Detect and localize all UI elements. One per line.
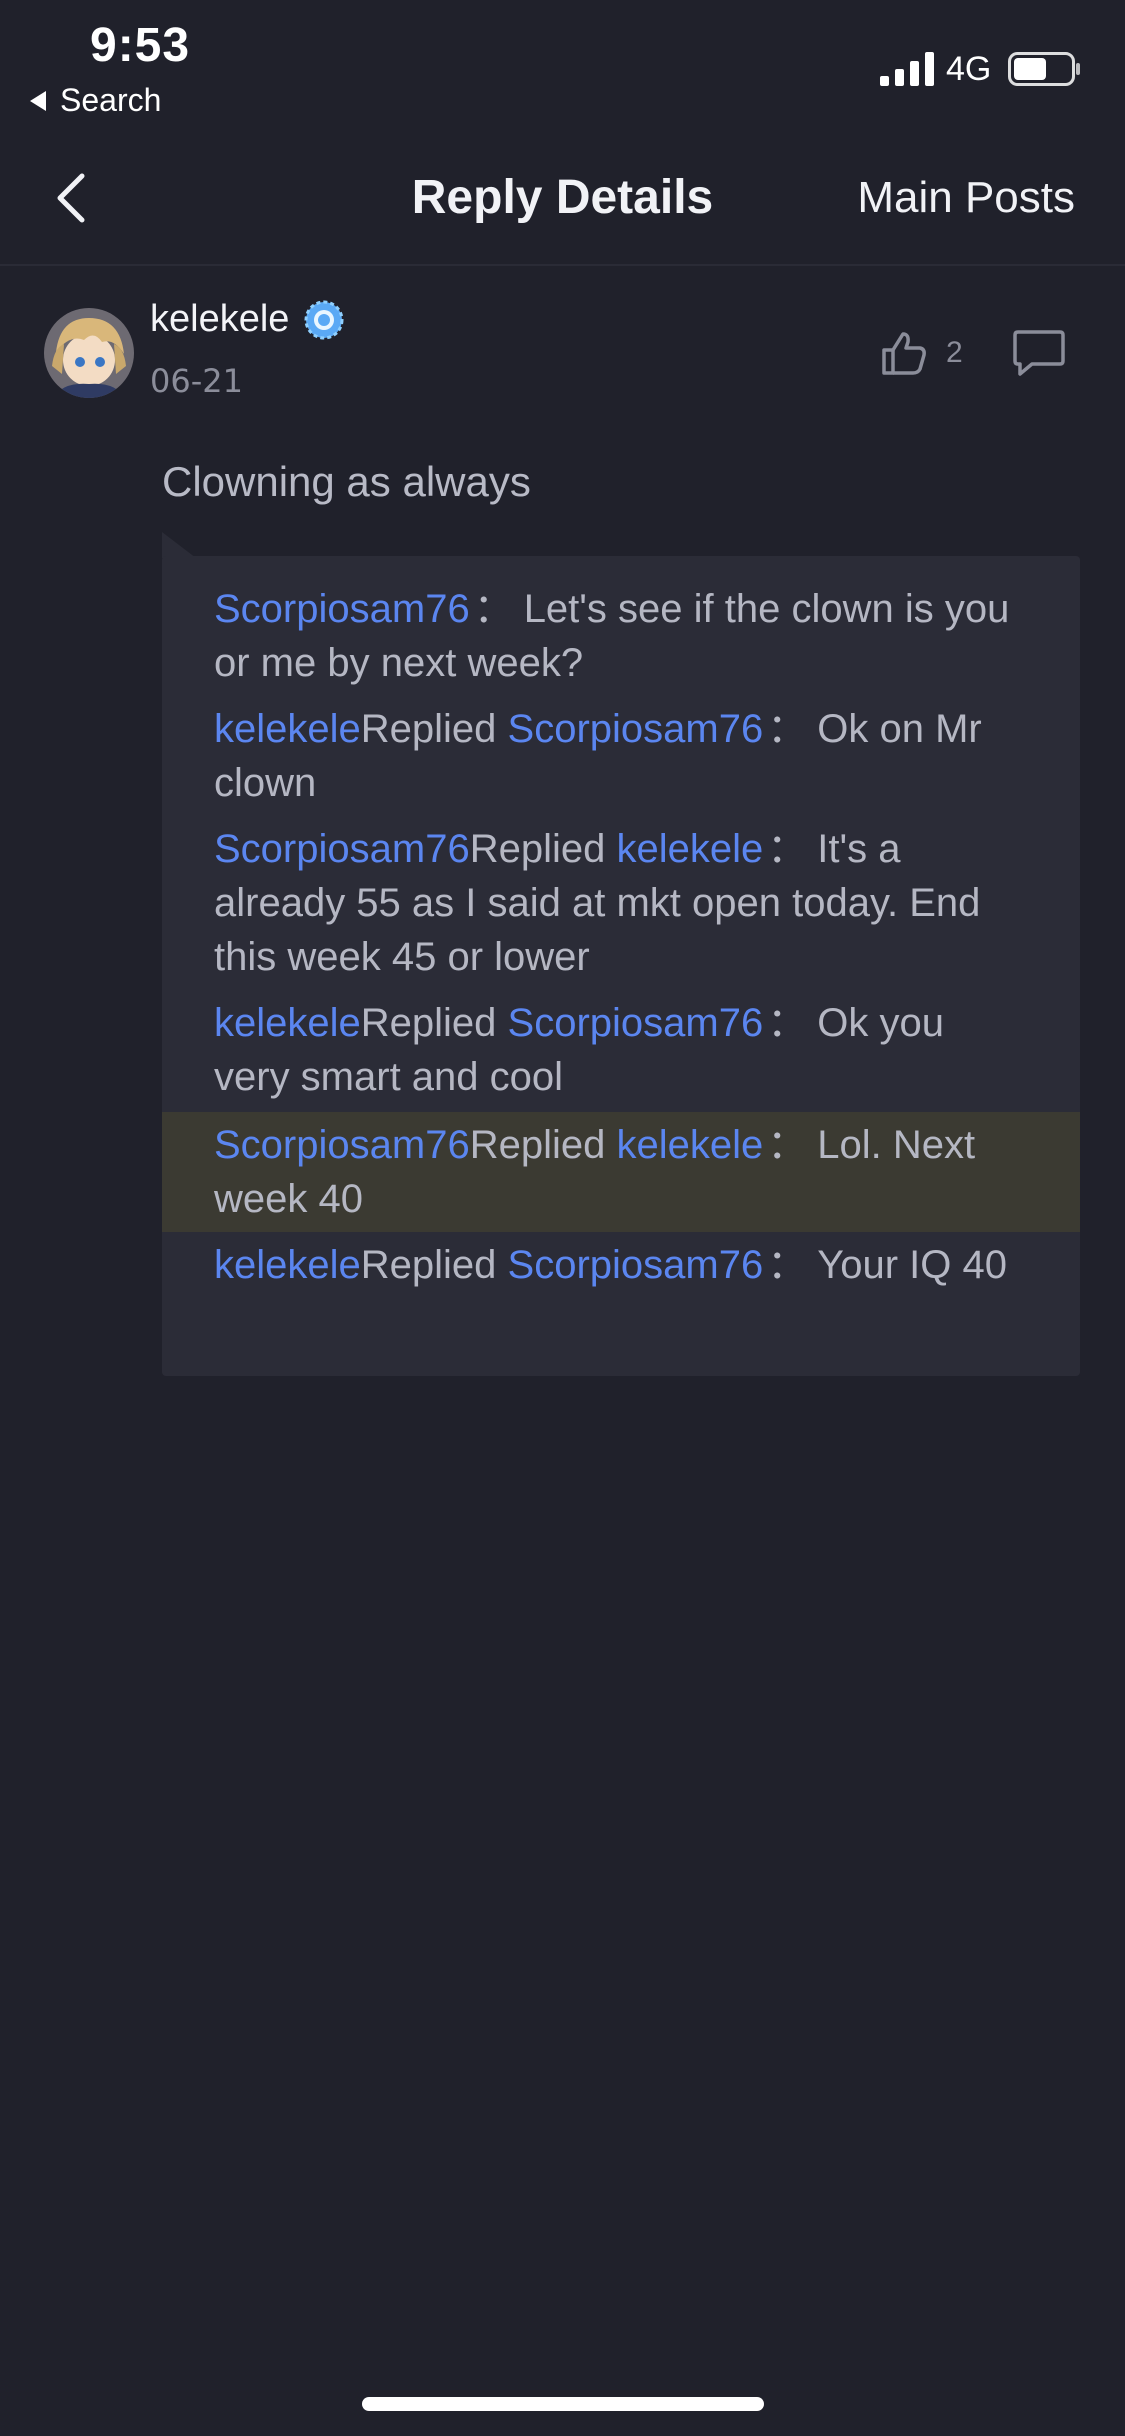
- nav-bar: Reply Details Main Posts: [0, 140, 1125, 266]
- status-back-to-search[interactable]: Search: [30, 82, 161, 119]
- post-date: 06-21: [150, 362, 243, 400]
- verified-badge-icon: [304, 300, 344, 339]
- like-button[interactable]: 2: [880, 330, 963, 376]
- reply-item[interactable]: kelekeleReplied Scorpiosam76： Ok on Mr cl…: [162, 702, 1080, 810]
- reply-from-user[interactable]: Scorpiosam76: [214, 827, 470, 871]
- reply-colon: ：: [767, 707, 808, 751]
- replied-word: Replied: [360, 707, 497, 751]
- avatar-image: [44, 308, 134, 398]
- reply-thread: Scorpiosam76： Let's see if the clown is y…: [162, 556, 1080, 1376]
- reply-colon: ：: [473, 587, 514, 631]
- reply-item[interactable]: kelekeleReplied Scorpiosam76： Ok you very…: [162, 996, 1080, 1104]
- post-author[interactable]: kelekele: [150, 298, 345, 341]
- back-triangle-icon: [30, 90, 46, 111]
- avatar[interactable]: [44, 308, 134, 398]
- reply-from-user[interactable]: Scorpiosam76: [214, 587, 470, 631]
- reply-to-user[interactable]: kelekele: [616, 827, 763, 871]
- replied-word: Replied: [469, 827, 606, 871]
- reply-to-user[interactable]: Scorpiosam76: [508, 1001, 764, 1045]
- like-count: 2: [946, 336, 963, 369]
- reply-item[interactable]: Scorpiosam76： Let's see if the clown is y…: [162, 582, 1080, 690]
- replied-word: Replied: [360, 1243, 497, 1287]
- reply-from-user[interactable]: kelekele: [214, 1001, 361, 1045]
- reply-text: Your IQ 40: [817, 1243, 1007, 1287]
- home-indicator[interactable]: [362, 2397, 764, 2411]
- reply-from-user[interactable]: Scorpiosam76: [214, 1123, 470, 1167]
- network-label: 4G: [946, 50, 992, 88]
- reply-item[interactable]: Scorpiosam76Replied kelekele： It's a alre…: [162, 822, 1080, 984]
- reply-to-user[interactable]: kelekele: [616, 1123, 763, 1167]
- reply-item-highlighted[interactable]: Scorpiosam76Replied kelekele： Lol. Next w…: [162, 1112, 1080, 1232]
- reply-from-user[interactable]: kelekele: [214, 707, 361, 751]
- reply-colon: ：: [767, 1001, 808, 1045]
- thread-notch: [162, 532, 196, 558]
- reply-from-user[interactable]: kelekele: [214, 1243, 361, 1287]
- comment-icon[interactable]: [1012, 328, 1066, 380]
- post-header: kelekele 06-21 2: [0, 290, 1125, 420]
- replied-word: Replied: [469, 1123, 606, 1167]
- signal-icon: [880, 52, 934, 86]
- status-bar: 9:53 Search 4G: [0, 0, 1125, 130]
- reply-item[interactable]: kelekeleReplied Scorpiosam76： Your IQ 40: [162, 1238, 1080, 1292]
- reply-colon: ：: [767, 827, 808, 871]
- post-content: Clowning as always: [162, 458, 531, 505]
- chevron-left-icon[interactable]: [48, 170, 96, 226]
- post-author-name: kelekele: [150, 298, 290, 340]
- status-back-label: Search: [60, 82, 162, 118]
- reply-colon: ：: [767, 1123, 808, 1167]
- main-posts-button[interactable]: Main Posts: [857, 173, 1075, 223]
- replied-word: Replied: [360, 1001, 497, 1045]
- reply-to-user[interactable]: Scorpiosam76: [508, 707, 764, 751]
- battery-icon: [1008, 52, 1080, 86]
- reply-colon: ：: [767, 1243, 808, 1287]
- status-time: 9:53: [90, 19, 191, 72]
- thumbs-up-icon: [882, 332, 926, 375]
- reply-to-user[interactable]: Scorpiosam76: [508, 1243, 764, 1287]
